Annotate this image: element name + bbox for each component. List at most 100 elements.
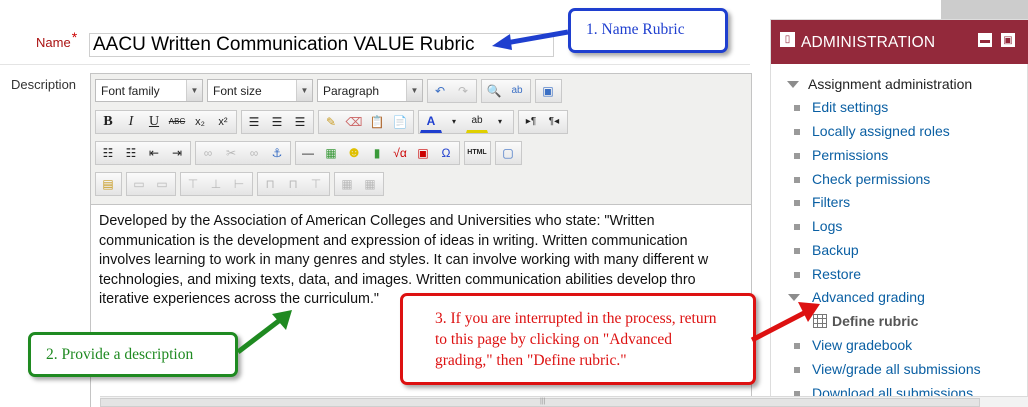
admin-item-filters[interactable]: Filters bbox=[794, 194, 850, 210]
spellcheck-icon[interactable]: ▢ bbox=[497, 142, 519, 164]
callout-line: 3. If you are interrupted in the process… bbox=[435, 310, 717, 327]
name-label: Name* bbox=[36, 29, 78, 50]
superscript-icon[interactable]: x² bbox=[212, 111, 234, 133]
outdent-icon[interactable]: ⇤ bbox=[143, 142, 165, 164]
paste-text-icon[interactable]: 📋 bbox=[366, 111, 388, 133]
table-icon[interactable]: ▤ bbox=[97, 173, 119, 195]
administration-header: ▯ ADMINISTRATION ▬ ▣ bbox=[771, 20, 1028, 64]
admin-item-locally-assigned-roles[interactable]: Locally assigned roles bbox=[794, 123, 950, 139]
replace-icon[interactable]: ab bbox=[506, 80, 528, 102]
row-before-icon[interactable]: ⊤ bbox=[182, 173, 204, 195]
green-arrow-icon bbox=[236, 310, 292, 354]
text-color-dropdown-icon[interactable]: ▾ bbox=[443, 111, 465, 133]
bullet-list-icon[interactable]: ☷ bbox=[97, 142, 119, 164]
paste-word-icon[interactable]: 📄 bbox=[389, 111, 411, 133]
toolbar-row-2: B I U ABC x₂ x² ☰ ☰ ☰ ✎ ⌫ 📋 📄 A ▾ ab ▾ ▸… bbox=[95, 109, 572, 134]
image-icon[interactable]: ▦ bbox=[320, 142, 342, 164]
bold-icon[interactable]: B bbox=[97, 111, 119, 133]
admin-item-backup[interactable]: Backup bbox=[794, 242, 859, 258]
admin-item-define-rubric[interactable]: Define rubric bbox=[813, 313, 918, 329]
html-group: HTML bbox=[464, 140, 491, 165]
field-divider bbox=[0, 64, 750, 65]
unlink-icon[interactable]: ✂ bbox=[220, 142, 242, 164]
clipboard-group: ✎ ⌫ 📋 📄 bbox=[318, 109, 414, 134]
dock-icon[interactable]: ▣ bbox=[1001, 33, 1015, 47]
assignment-administration-node[interactable]: Assignment administration bbox=[787, 76, 972, 92]
collapse-icon[interactable]: ▬ bbox=[978, 33, 992, 47]
highlight-dropdown-icon[interactable]: ▾ bbox=[489, 111, 511, 133]
ltr-icon[interactable]: ▸¶ bbox=[520, 111, 542, 133]
expand-triangle-icon bbox=[787, 81, 799, 88]
underline-icon[interactable]: U bbox=[143, 111, 165, 133]
numbered-list-icon[interactable]: ☷ bbox=[120, 142, 142, 164]
media-icon[interactable]: ▮ bbox=[366, 142, 388, 164]
toolbar-row-3: ☷ ☷ ⇤ ⇥ ∞ ✂ ∞ ⚓ — ▦ ☻ ▮ √α ▣ Ω HTML ▢ bbox=[95, 140, 526, 165]
administration-block: ▯ ADMINISTRATION ▬ ▣ Assignment administ… bbox=[770, 19, 1028, 407]
admin-item-permissions[interactable]: Permissions bbox=[794, 147, 888, 163]
font-family-select[interactable]: Font family ▼ bbox=[95, 79, 203, 102]
paragraph-format-select[interactable]: Paragraph ▼ bbox=[317, 79, 423, 102]
fullscreen-group: ▣ bbox=[535, 78, 562, 103]
admin-item-restore[interactable]: Restore bbox=[794, 266, 861, 282]
page-background-strip bbox=[941, 0, 1028, 19]
nonbreaking-icon[interactable]: ▣ bbox=[412, 142, 434, 164]
equation-icon[interactable]: √α bbox=[389, 142, 411, 164]
clean-format-icon[interactable]: ✎ bbox=[320, 111, 342, 133]
find-icon[interactable]: 🔍 bbox=[483, 80, 505, 102]
bullet-icon bbox=[794, 272, 800, 278]
align-left-icon[interactable]: ☰ bbox=[243, 111, 265, 133]
cell-props-icon[interactable]: ▭ bbox=[151, 173, 173, 195]
bullet-icon bbox=[794, 153, 800, 159]
admin-item-view-gradebook[interactable]: View gradebook bbox=[794, 337, 912, 353]
font-size-select[interactable]: Font size ▼ bbox=[207, 79, 313, 102]
delete-col-icon[interactable]: ⊤ bbox=[305, 173, 327, 195]
align-center-icon[interactable]: ☰ bbox=[266, 111, 288, 133]
bullet-icon bbox=[794, 367, 800, 373]
admin-item-advanced-grading[interactable]: Advanced grading bbox=[788, 289, 925, 305]
callout-line: to this page by clicking on "Advanced bbox=[435, 331, 673, 348]
redo-icon[interactable]: ↷ bbox=[452, 80, 474, 102]
nolink-icon[interactable]: ∞ bbox=[243, 142, 265, 164]
fullscreen-icon[interactable]: ▣ bbox=[537, 80, 559, 102]
strikethrough-icon[interactable]: ABC bbox=[166, 111, 188, 133]
bullet-icon bbox=[794, 248, 800, 254]
delete-row-icon[interactable]: ⊢ bbox=[228, 173, 250, 195]
italic-icon[interactable]: I bbox=[120, 111, 142, 133]
undo-icon[interactable]: ↶ bbox=[429, 80, 451, 102]
row-after-icon[interactable]: ⊥ bbox=[205, 173, 227, 195]
bullet-icon bbox=[794, 129, 800, 135]
emoticon-icon[interactable]: ☻ bbox=[343, 142, 365, 164]
row-props-icon[interactable]: ▭ bbox=[128, 173, 150, 195]
admin-item-view-grade-submissions[interactable]: View/grade all submissions bbox=[794, 361, 981, 377]
admin-item-check-permissions[interactable]: Check permissions bbox=[794, 171, 930, 187]
col-ops-group: ⊓ ⊓ ⊤ bbox=[257, 171, 330, 196]
subscript-icon[interactable]: x₂ bbox=[189, 111, 211, 133]
callout-interrupted: 3. If you are interrupted in the process… bbox=[400, 293, 756, 385]
rubric-name-input[interactable]: AACU Written Communication VALUE Rubric bbox=[89, 33, 554, 57]
blue-arrow-icon bbox=[492, 29, 569, 50]
merge-cells-icon[interactable]: ▦ bbox=[359, 173, 381, 195]
description-label: Description bbox=[11, 77, 77, 92]
col-after-icon[interactable]: ⊓ bbox=[282, 173, 304, 195]
special-char-icon[interactable]: Ω bbox=[435, 142, 457, 164]
horizontal-scrollbar[interactable]: ||| bbox=[100, 396, 1028, 407]
text-color-icon[interactable]: A bbox=[420, 111, 442, 133]
bullet-icon bbox=[794, 177, 800, 183]
indent-icon[interactable]: ⇥ bbox=[166, 142, 188, 164]
horizontal-rule-icon[interactable]: — bbox=[297, 142, 319, 164]
highlight-icon[interactable]: ab bbox=[466, 111, 488, 133]
eraser-icon[interactable]: ⌫ bbox=[343, 111, 365, 133]
link-group: ∞ ✂ ∞ ⚓ bbox=[195, 140, 291, 165]
rtl-icon[interactable]: ¶◂ bbox=[543, 111, 565, 133]
align-right-icon[interactable]: ☰ bbox=[289, 111, 311, 133]
link-icon[interactable]: ∞ bbox=[197, 142, 219, 164]
html-source-icon[interactable]: HTML bbox=[466, 142, 488, 164]
callout-provide-description: 2. Provide a description bbox=[28, 332, 238, 377]
admin-item-edit-settings[interactable]: Edit settings bbox=[794, 99, 888, 115]
admin-item-logs[interactable]: Logs bbox=[794, 218, 842, 234]
split-cells-icon[interactable]: ▦ bbox=[336, 173, 358, 195]
undo-redo-group: ↶ ↷ bbox=[427, 78, 477, 103]
align-group: ☰ ☰ ☰ bbox=[241, 109, 314, 134]
col-before-icon[interactable]: ⊓ bbox=[259, 173, 281, 195]
anchor-icon[interactable]: ⚓ bbox=[266, 142, 288, 164]
